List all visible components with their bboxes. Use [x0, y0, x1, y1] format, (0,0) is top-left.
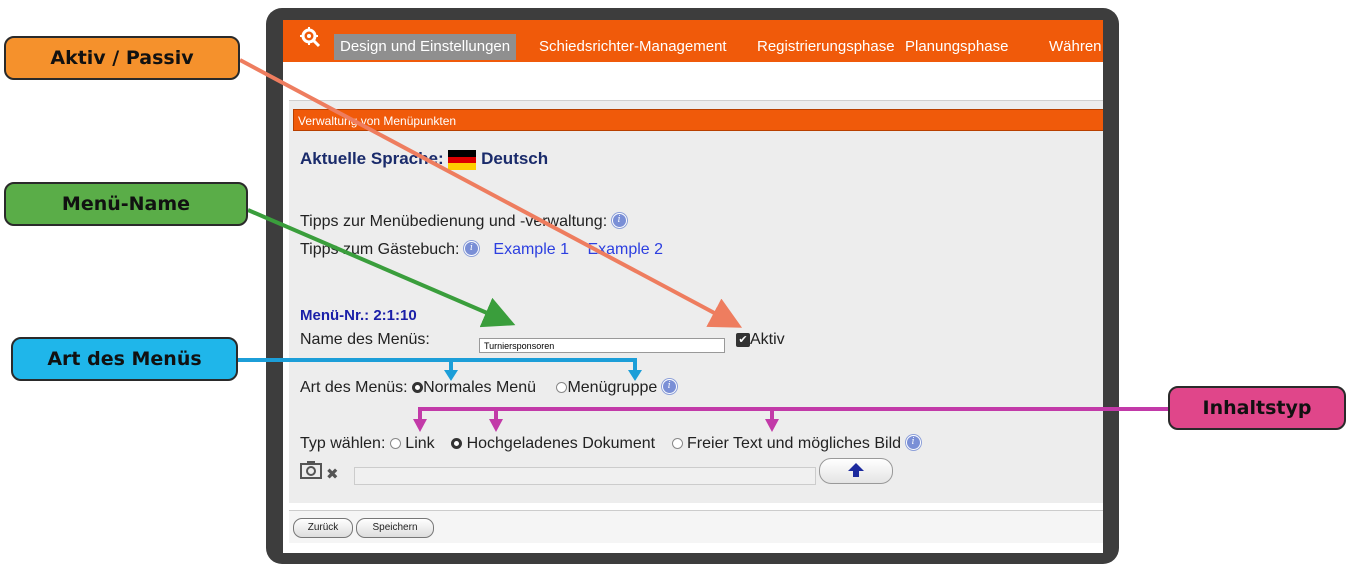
content-type-label: Typ wählen: — [300, 435, 386, 452]
info-icon[interactable]: i — [611, 213, 627, 228]
tips-guestbook-row: Tipps zum Gästebuch: i Example 1 Example… — [300, 241, 663, 259]
current-language: Aktuelle Sprache: Deutsch — [300, 149, 548, 170]
callout-menu-name: Menü-Name — [4, 182, 248, 226]
example-2-link[interactable]: Example 2 — [587, 241, 663, 258]
radio-link[interactable] — [389, 438, 401, 450]
callout-content-type: Inhaltstyp — [1168, 386, 1346, 430]
checkbox-icon[interactable]: ✔ — [736, 332, 750, 347]
radio-free-text[interactable] — [671, 438, 683, 450]
language-value: Deutsch — [481, 149, 549, 168]
upload-button[interactable] — [819, 458, 893, 484]
menu-name-label: Name des Menüs: — [300, 331, 430, 348]
browser-screen: Design und Einstellungen Schiedsrichter-… — [283, 20, 1103, 553]
menu-type-row: Art des Menüs: Normales Menü Menügruppe … — [300, 379, 677, 397]
info-icon[interactable]: i — [905, 435, 921, 450]
save-button[interactable]: Speichern — [356, 518, 434, 538]
active-checkbox-row[interactable]: ✔ Aktiv — [736, 331, 785, 349]
file-path-field[interactable] — [354, 467, 816, 485]
top-navigation: Design und Einstellungen Schiedsrichter-… — [283, 20, 1103, 62]
tab-registration-phase[interactable]: Registrierungsphase — [751, 34, 901, 60]
tab-during[interactable]: Währen — [1043, 34, 1103, 60]
footer-bar: Zurück Speichern — [289, 510, 1103, 543]
free-text-label: Freier Text und mögliches Bild — [687, 435, 902, 452]
menu-type-label: Art des Menüs: — [300, 379, 408, 396]
germany-flag-icon — [448, 149, 477, 170]
menu-group-label: Menügruppe — [567, 379, 658, 396]
camera-icon[interactable] — [300, 461, 322, 483]
radio-uploaded-document[interactable] — [451, 438, 463, 450]
callout-aktiv-passiv: Aktiv / Passiv — [4, 36, 240, 80]
tips-menu-label: Tipps zur Menübedienung und -verwaltung: — [300, 213, 608, 230]
tips-menu-row: Tipps zur Menübedienung und -verwaltung:… — [300, 213, 627, 231]
info-icon[interactable]: i — [463, 241, 479, 256]
remove-icon[interactable]: ✖ — [326, 465, 339, 483]
menu-number: Menü-Nr.: 2:1:10 — [300, 307, 417, 324]
menu-management-panel: Verwaltung von Menüpunkten Aktuelle Spra… — [289, 100, 1103, 503]
panel-header: Verwaltung von Menüpunkten — [293, 109, 1103, 131]
tab-design-settings[interactable]: Design und Einstellungen — [334, 34, 517, 60]
normal-menu-label: Normales Menü — [423, 379, 536, 396]
radio-normal-menu[interactable] — [412, 382, 424, 394]
gear-icon[interactable] — [299, 26, 321, 48]
content-type-row: Typ wählen: Link Hochgeladenes Dokument … — [300, 435, 921, 453]
radio-menu-group[interactable] — [556, 382, 568, 394]
tab-planning-phase[interactable]: Planungsphase — [899, 34, 1014, 60]
example-1-link[interactable]: Example 1 — [493, 241, 569, 258]
back-button[interactable]: Zurück — [293, 518, 353, 538]
upload-arrow-icon — [848, 463, 864, 477]
tab-referee-management[interactable]: Schiedsrichter-Management — [533, 34, 733, 60]
language-label: Aktuelle Sprache: — [300, 149, 444, 168]
callout-menu-type: Art des Menüs — [11, 337, 238, 381]
link-label: Link — [405, 435, 435, 452]
info-icon[interactable]: i — [661, 379, 677, 394]
tips-guestbook-label: Tipps zum Gästebuch: — [300, 241, 460, 258]
active-label: Aktiv — [750, 331, 785, 348]
uploaded-document-label: Hochgeladenes Dokument — [466, 435, 656, 452]
menu-name-input[interactable] — [479, 338, 725, 353]
